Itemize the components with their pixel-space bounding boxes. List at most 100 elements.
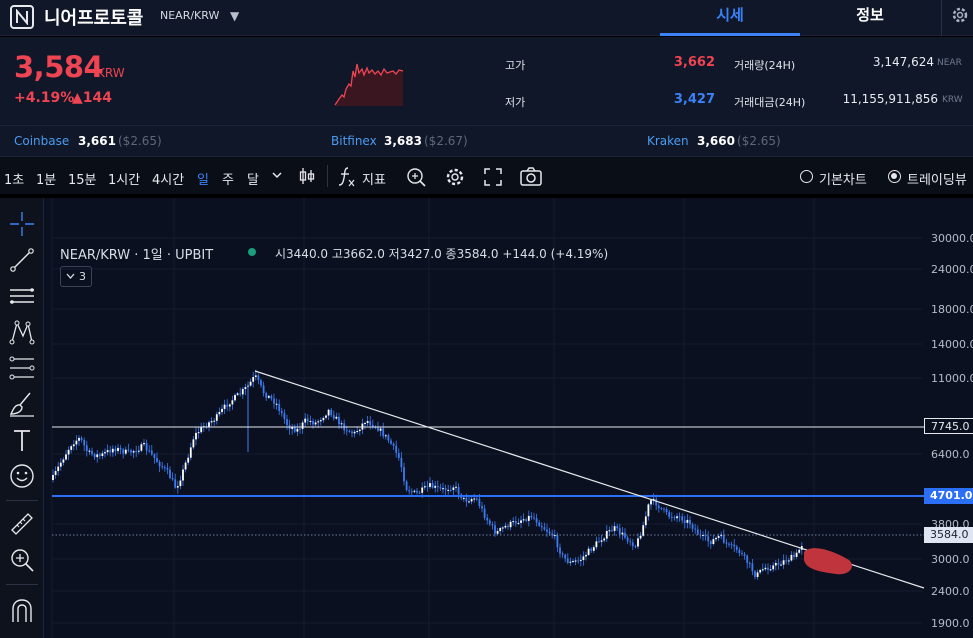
candle-body: [270, 395, 273, 399]
candle-body: [499, 528, 502, 531]
pair-selector[interactable]: NEAR/KRW: [160, 9, 219, 22]
tab-price[interactable]: 시세: [660, 0, 800, 36]
candle-body: [681, 516, 684, 521]
compare-icon[interactable]: [406, 166, 428, 188]
crosshair-icon[interactable]: [8, 210, 36, 238]
chevron-down-icon[interactable]: [272, 172, 282, 180]
candle-body: [644, 516, 647, 526]
timeframe-week[interactable]: 주: [222, 169, 234, 188]
exchange-usd: ($2.65): [737, 134, 781, 148]
candle-body: [119, 447, 122, 450]
timeframe-1m[interactable]: 1분: [36, 169, 56, 188]
gear-icon[interactable]: [444, 166, 466, 188]
radio-basic-chart[interactable]: [800, 170, 813, 183]
fullscreen-icon[interactable]: [482, 166, 504, 188]
timeframe-15m[interactable]: 15분: [68, 169, 97, 188]
candle-body: [345, 430, 348, 432]
candle-body: [260, 380, 262, 386]
exchange-name[interactable]: Kraken: [647, 134, 689, 148]
magnet-icon[interactable]: [8, 596, 36, 624]
exchange-name[interactable]: Coinbase: [14, 134, 69, 148]
ohlc-readout: 시3440.0 고3662.0 저3427.0 종3584.0 +144.0 (…: [275, 247, 609, 261]
candle-body: [530, 515, 533, 518]
candle-body: [319, 420, 322, 422]
timeframe-day[interactable]: 일: [197, 169, 209, 188]
fib-icon[interactable]: [8, 354, 36, 382]
top-header: 니어프로토콜 NEAR/KRW ▼ 시세 정보: [0, 0, 973, 36]
zoom-in-icon[interactable]: [8, 546, 36, 574]
candle-body: [423, 486, 426, 488]
candle-body: [384, 435, 387, 437]
indicator-collapse-button[interactable]: 3: [60, 266, 92, 287]
low-label: 저가: [505, 96, 526, 109]
parallel-lines-icon[interactable]: [8, 282, 36, 310]
candle-body: [135, 451, 138, 453]
candlestick-icon[interactable]: [298, 166, 316, 186]
candle-body: [192, 439, 195, 448]
candle-body: [678, 516, 681, 518]
exchange-name[interactable]: Bitfinex: [331, 134, 377, 148]
candle-body: [624, 532, 626, 538]
chart-title: NEAR/KRW · 1일 · UPBIT: [60, 248, 214, 263]
ruler-icon[interactable]: [8, 510, 36, 538]
candle-body: [585, 554, 587, 557]
candle-body: [566, 558, 569, 563]
basic-chart-label[interactable]: 기본차트: [819, 169, 867, 188]
candle-body: [668, 512, 671, 517]
gear-icon[interactable]: [941, 0, 973, 36]
candle-body: [442, 488, 444, 490]
emoji-icon[interactable]: [8, 462, 36, 490]
candle-body: [387, 435, 390, 441]
function-icon[interactable]: [338, 166, 356, 188]
camera-icon[interactable]: [519, 166, 543, 188]
candle-body: [629, 541, 632, 543]
y-tick-label: 6400.0: [931, 448, 970, 461]
candle-body: [286, 419, 288, 426]
chevron-down-icon: [66, 273, 75, 279]
candle-body: [366, 421, 369, 423]
candle-body: [590, 548, 593, 551]
candle-body: [598, 541, 600, 543]
exchange-price: 3,661: [78, 134, 116, 148]
chart-canvas[interactable]: [44, 198, 973, 638]
price-chart[interactable]: NEAR/KRW · 1일 · UPBIT 시3440.0 고3662.0 저3…: [44, 198, 973, 638]
timeframe-4h[interactable]: 4시간: [152, 169, 184, 188]
candle-body: [592, 547, 595, 551]
chart-toolbar: 1초 1분 15분 1시간 4시간 일 주 달 지표 기본차트 트레이딩뷰: [0, 156, 973, 196]
candle-body: [93, 454, 96, 458]
exchange-prices: Coinbase 3,661 ($2.65) Bitfinex 3,683 ($…: [0, 125, 973, 156]
chevron-down-icon[interactable]: ▼: [230, 9, 239, 23]
timeframe-month[interactable]: 달: [247, 169, 259, 188]
candle-body: [91, 450, 93, 455]
candle-body: [85, 445, 88, 451]
candle-body: [722, 534, 725, 543]
candle-body: [75, 440, 78, 445]
price-unit: KRW: [97, 66, 125, 80]
pattern-icon[interactable]: [8, 318, 36, 346]
candle-body: [249, 381, 252, 386]
tradingview-label[interactable]: 트레이딩뷰: [907, 169, 967, 188]
candle-body: [569, 561, 572, 563]
candle-body: [166, 467, 169, 470]
indicator-button[interactable]: 지표: [362, 169, 386, 188]
timeframe-1h[interactable]: 1시간: [108, 169, 140, 188]
timeframe-1s[interactable]: 1초: [4, 169, 24, 188]
radio-tradingview[interactable]: [888, 170, 901, 183]
candle-body: [57, 466, 60, 472]
candle-body: [104, 452, 106, 454]
candle-body: [514, 521, 517, 524]
candle-body: [564, 554, 567, 559]
near-logo-icon: [10, 5, 34, 29]
trade-value-label: 거래대금(24H): [734, 96, 806, 109]
candle-body: [579, 559, 582, 561]
candle-body: [434, 485, 437, 488]
candle-body: [494, 525, 496, 534]
candle-body: [475, 498, 478, 500]
text-icon[interactable]: [8, 426, 36, 454]
candle-body: [241, 389, 244, 395]
trendline-icon[interactable]: [8, 246, 36, 274]
candle-body: [327, 409, 330, 416]
candle-body: [538, 522, 541, 526]
brush-icon[interactable]: [8, 390, 36, 418]
tab-info[interactable]: 정보: [800, 0, 940, 36]
